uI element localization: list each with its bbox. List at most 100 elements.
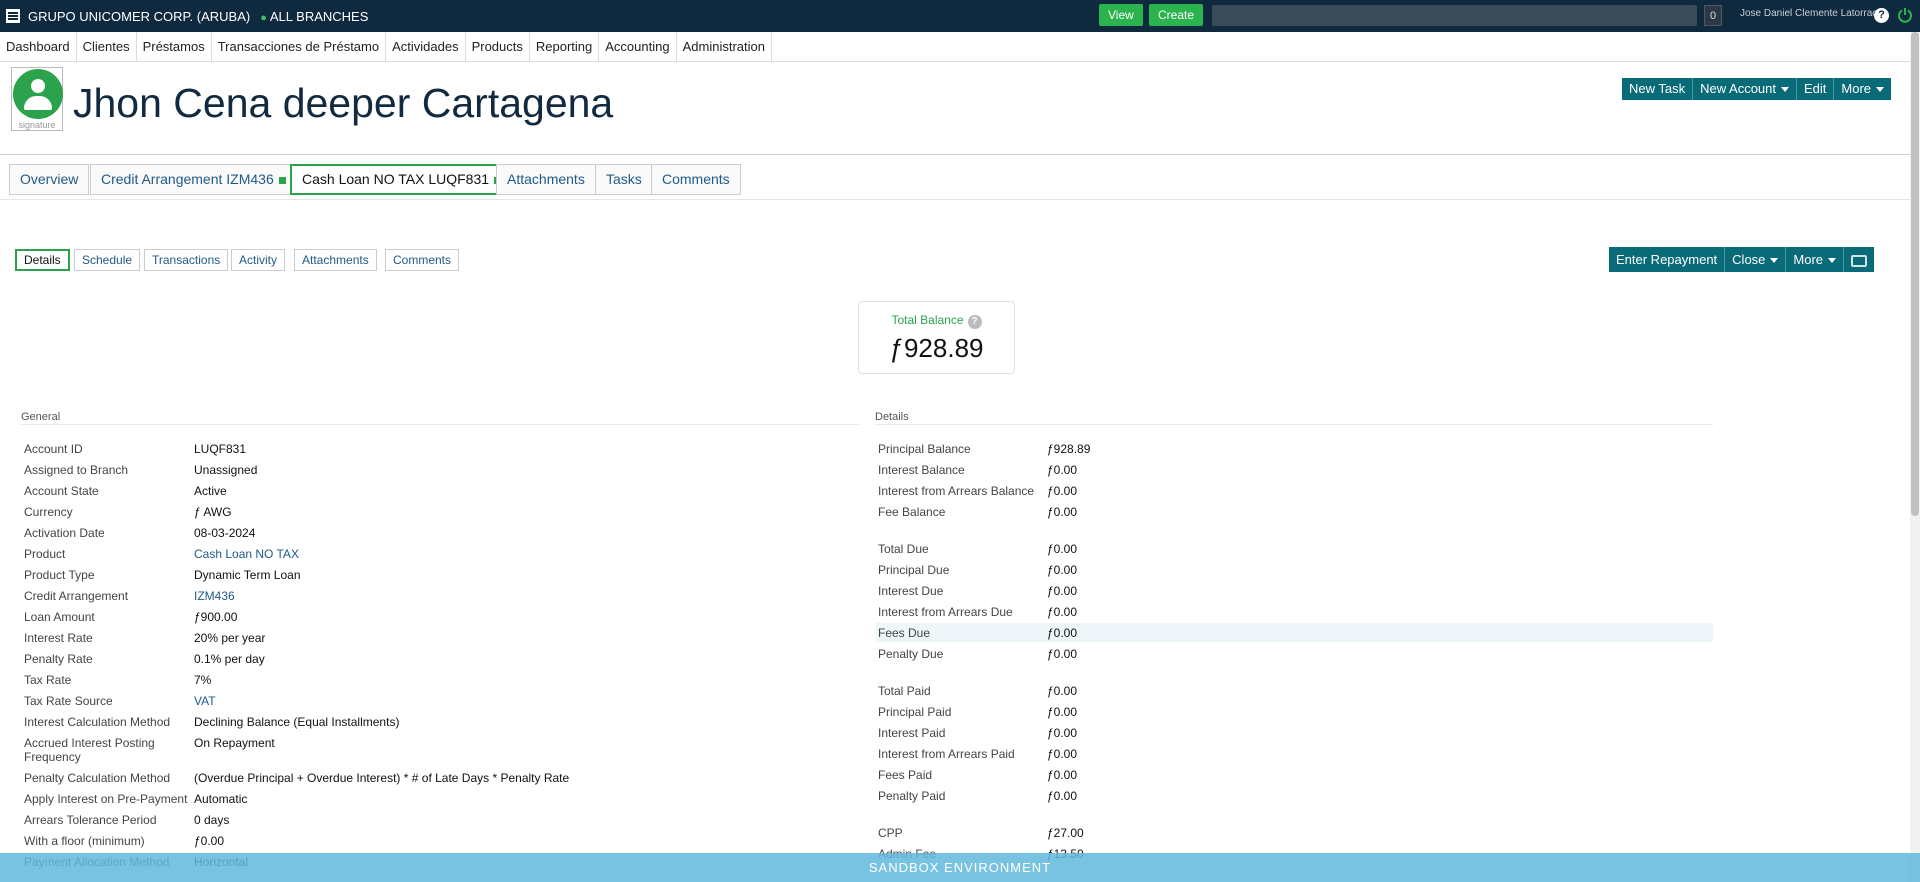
field-value: 20% per year [194, 631, 266, 645]
field-value: ƒ900.00 [194, 610, 238, 624]
nav-item-prestamos[interactable]: Préstamos [137, 31, 212, 62]
field-value: ƒ27.00 [1047, 826, 1084, 840]
tab-credit-arrangement-label: Credit Arrangement IZM436 [101, 171, 274, 187]
help-icon[interactable]: ? [1874, 8, 1889, 23]
field-label-continued: Frequency [24, 750, 81, 764]
field-label: Principal Paid [878, 705, 952, 719]
view-button[interactable]: View [1099, 4, 1143, 26]
help-icon[interactable]: ? [967, 315, 982, 329]
profile-actions: New Task New Account Edit More [1622, 78, 1892, 100]
new-account-label: New Account [1700, 81, 1776, 96]
subtab-activity[interactable]: Activity [231, 249, 286, 271]
enter-repayment-button[interactable]: Enter Repayment [1609, 247, 1726, 272]
field-value-link[interactable]: VAT [194, 694, 216, 708]
field-value: Automatic [194, 792, 248, 806]
notification-count[interactable]: 0 [1704, 5, 1722, 26]
nav-item-reporting[interactable]: Reporting [530, 31, 600, 62]
field-value: ƒ0.00 [1047, 705, 1078, 719]
main-nav: Dashboard Clientes Préstamos Transaccion… [0, 31, 1910, 62]
more-label: More [1841, 81, 1872, 96]
tab-credit-arrangement[interactable]: Credit Arrangement IZM436 [90, 164, 297, 195]
field-label: Activation Date [24, 526, 105, 540]
field-label: Total Due [878, 542, 929, 556]
field-label: Credit Arrangement [24, 589, 129, 603]
tab-tasks[interactable]: Tasks [595, 164, 653, 195]
nav-item-dashboard[interactable]: Dashboard [0, 31, 77, 62]
field-label: Penalty Due [878, 647, 944, 661]
search-input[interactable] [1212, 5, 1697, 26]
field-label: Principal Due [878, 563, 950, 577]
new-account-button[interactable]: New Account [1693, 78, 1797, 100]
field-label: Account ID [24, 442, 83, 456]
field-label: Interest Balance [878, 463, 965, 477]
menu-icon[interactable] [6, 9, 20, 23]
nav-item-products[interactable]: Products [466, 31, 530, 62]
field-value: ƒ0.00 [1047, 605, 1078, 619]
field-value: 7% [194, 673, 212, 687]
field-value: ƒ0.00 [1047, 626, 1078, 640]
field-value: Active [194, 484, 227, 498]
field-label: Apply Interest on Pre-Payment [24, 792, 188, 806]
chevron-down-icon [1828, 258, 1837, 264]
loan-more-button[interactable]: More [1786, 247, 1845, 272]
field-value: (Overdue Principal + Overdue Interest) *… [194, 771, 570, 785]
field-label: Penalty Calculation Method [24, 771, 171, 785]
field-label: Assigned to Branch [24, 463, 129, 477]
nav-item-clientes[interactable]: Clientes [77, 31, 137, 62]
field-label: Interest Due [878, 584, 944, 598]
details-divider [875, 424, 1713, 425]
avatar[interactable]: signature [11, 67, 63, 131]
chevron-down-icon [1770, 258, 1779, 264]
field-value: ƒ AWG [194, 505, 232, 519]
tab-attachments[interactable]: Attachments [496, 164, 596, 195]
close-label: Close [1732, 252, 1766, 267]
create-button[interactable]: Create [1149, 4, 1204, 26]
field-label: Fees Paid [878, 768, 933, 782]
field-label: Tax Rate [24, 673, 72, 687]
nav-item-accounting[interactable]: Accounting [599, 31, 677, 62]
branch-selector[interactable]: ● ALL BRANCHES [260, 9, 368, 24]
page-title: Jhon Cena deeper Cartagena [73, 80, 614, 126]
user-name[interactable]: Jose Daniel Clemente Latorraca [1740, 8, 1883, 19]
subtab-details[interactable]: Details [15, 249, 70, 271]
total-balance-label: Total Balance [891, 313, 964, 327]
chevron-down-icon [1876, 87, 1885, 93]
scrollbar-thumb[interactable] [1911, 32, 1919, 516]
chevron-down-icon [1781, 87, 1789, 93]
field-value: On Repayment [194, 736, 275, 750]
nav-item-actividades[interactable]: Actividades [386, 31, 466, 62]
subtab-transactions[interactable]: Transactions [144, 249, 229, 271]
field-value-link[interactable]: IZM436 [194, 589, 235, 603]
field-value-link[interactable]: Cash Loan NO TAX [194, 547, 299, 561]
field-value: 0.1% per day [194, 652, 265, 666]
tab-overview[interactable]: Overview [9, 164, 90, 195]
field-value: ƒ0.00 [1047, 747, 1078, 761]
field-label: Accrued Interest Posting [24, 736, 155, 750]
field-label: Fee Balance [878, 505, 946, 519]
power-icon[interactable] [1897, 7, 1913, 23]
tabs-divider [0, 199, 1910, 200]
field-value: ƒ0.00 [1047, 647, 1078, 661]
field-value: ƒ0.00 [1047, 563, 1078, 577]
tab-cash-loan[interactable]: Cash Loan NO TAX LUQF831 [290, 164, 514, 195]
more-button[interactable]: More [1834, 78, 1891, 100]
close-button[interactable]: Close [1725, 247, 1787, 272]
field-value: ƒ0.00 [1047, 684, 1078, 698]
subtab-comments[interactable]: Comments [385, 249, 460, 271]
field-value: 0 days [194, 813, 230, 827]
page-scrollbar[interactable] [1910, 32, 1920, 882]
edit-button[interactable]: Edit [1797, 78, 1835, 100]
field-value: ƒ0.00 [1047, 463, 1078, 477]
print-button[interactable] [1844, 247, 1874, 272]
field-value: LUQF831 [194, 442, 247, 456]
field-label: Total Paid [878, 684, 931, 698]
new-task-button[interactable]: New Task [1622, 78, 1694, 100]
tab-comments[interactable]: Comments [651, 164, 741, 195]
field-value: 08-03-2024 [194, 526, 256, 540]
subtab-attachments[interactable]: Attachments [294, 249, 377, 271]
branch-dot-icon: ● [260, 11, 267, 24]
subtab-schedule[interactable]: Schedule [74, 249, 141, 271]
header-divider [0, 154, 1910, 155]
nav-item-transacciones[interactable]: Transacciones de Préstamo [212, 31, 387, 62]
nav-item-administration[interactable]: Administration [677, 31, 772, 62]
